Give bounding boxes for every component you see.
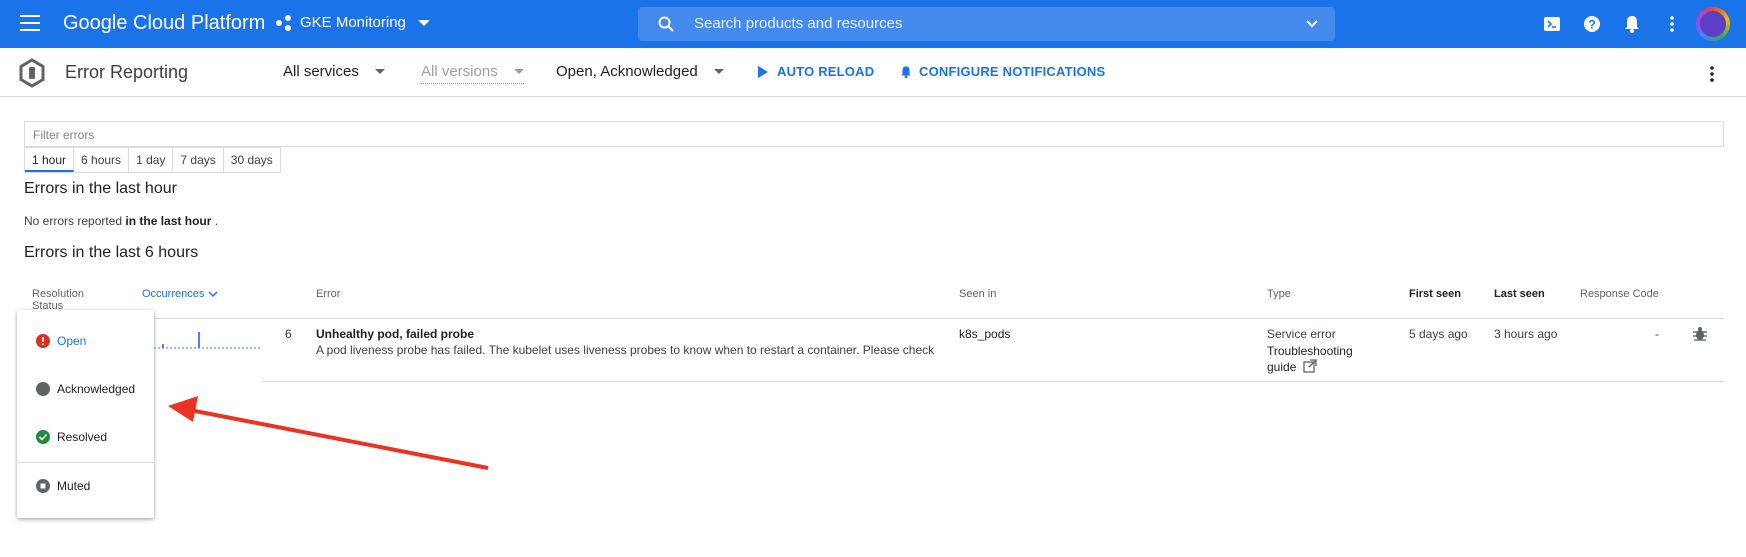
header-divider [154, 318, 1724, 319]
last-seen-value: 3 hours ago [1494, 327, 1558, 341]
menu-icon[interactable] [20, 15, 40, 31]
configure-notifications-label: CONFIGURE NOTIFICATIONS [919, 64, 1106, 79]
page-header: Error Reporting All services All version… [0, 48, 1746, 97]
menu-item-acknowledged[interactable]: Acknowledged [17, 374, 154, 404]
note-suffix: . [214, 214, 219, 228]
column-type: Type [1267, 288, 1291, 300]
response-code-value: - [1655, 327, 1659, 341]
brand-title[interactable]: Google Cloud Platform [63, 12, 265, 35]
time-range-selector: 1 hour 6 hours 1 day 7 days 30 days [24, 147, 281, 173]
menu-divider [17, 462, 154, 463]
search-placeholder: Search products and resources [694, 15, 903, 32]
sort-down-icon [208, 291, 218, 298]
last-hour-heading: Errors in the last hour [24, 180, 177, 197]
versions-dropdown: All versions [421, 63, 524, 84]
more-vert-icon[interactable] [1662, 14, 1682, 34]
versions-label: All versions [421, 63, 498, 80]
troubleshooting-guide-link[interactable]: Troubleshooting guide [1267, 343, 1367, 375]
column-resolution-status[interactable]: Resolution Status [32, 288, 102, 312]
page-title: Error Reporting [65, 62, 189, 82]
menu-item-label: Resolved [57, 430, 108, 444]
range-7-days[interactable]: 7 days [173, 148, 224, 172]
note-bold: in the last hour [125, 214, 212, 228]
services-label: All services [283, 63, 359, 80]
help-icon[interactable]: ? [1582, 14, 1602, 34]
range-1-day[interactable]: 1 day [129, 148, 174, 172]
caret-down-icon [417, 19, 430, 26]
error-title[interactable]: Unhealthy pod, failed probe [316, 327, 474, 341]
menu-item-muted[interactable]: Muted [17, 471, 154, 501]
first-seen-value: 5 days ago [1409, 327, 1468, 341]
type-value: Service error [1267, 327, 1336, 341]
caret-down-icon [713, 69, 724, 74]
project-icon [276, 14, 292, 31]
chevron-down-icon[interactable] [1305, 17, 1319, 31]
occurrences-label: Occurrences [142, 288, 205, 300]
menu-item-label: Muted [57, 479, 91, 493]
auto-reload-button[interactable]: AUTO RELOAD [757, 64, 874, 79]
menu-item-open[interactable]: Open [17, 326, 154, 356]
top-app-bar: Google Cloud Platform GKE Monitoring Sea… [0, 0, 1746, 48]
bell-icon [901, 65, 911, 78]
no-errors-note: No errors reported in the last hour . [24, 214, 218, 228]
avatar[interactable] [1696, 7, 1730, 41]
bug-icon[interactable] [1692, 326, 1708, 342]
cloud-shell-icon[interactable] [1542, 14, 1562, 34]
seen-in-value: k8s_pods [959, 327, 1011, 341]
row-divider [262, 381, 1724, 382]
project-selector[interactable]: GKE Monitoring [276, 14, 430, 31]
project-name: GKE Monitoring [300, 14, 406, 31]
muted-icon [36, 479, 50, 493]
occurrence-sparkline [154, 332, 262, 349]
services-dropdown[interactable]: All services [283, 63, 385, 80]
notifications-icon[interactable] [1622, 14, 1642, 34]
play-icon [758, 65, 768, 78]
menu-item-resolved[interactable]: Resolved [17, 422, 154, 452]
note-prefix: No errors reported [24, 214, 123, 228]
svg-text:?: ? [1588, 18, 1595, 32]
filter-placeholder: Filter errors [33, 128, 95, 142]
column-last-seen[interactable]: Last seen [1494, 288, 1545, 300]
check-circle-icon [36, 430, 50, 444]
column-error: Error [316, 288, 341, 300]
resolution-status-menu: Open Acknowledged Resolved Muted [17, 310, 154, 518]
open-in-new-icon [1303, 359, 1317, 373]
page-more-icon[interactable] [1705, 64, 1719, 84]
menu-item-label: Acknowledged [57, 382, 136, 396]
caret-down-icon [513, 69, 524, 74]
column-seen-in: Seen in [959, 288, 997, 300]
circle-icon [36, 382, 50, 396]
column-response-code: Response Code [1580, 288, 1659, 300]
menu-item-label: Open [57, 334, 87, 348]
caret-down-icon [374, 69, 385, 74]
column-first-seen[interactable]: First seen [1409, 288, 1461, 300]
range-6-hours[interactable]: 6 hours [74, 148, 130, 172]
search-icon [658, 16, 674, 32]
error-reporting-logo-icon [19, 58, 45, 88]
last-6-hours-heading: Errors in the last 6 hours [24, 244, 199, 261]
error-message: A pod liveness probe has failed. The kub… [316, 343, 935, 357]
auto-reload-label: AUTO RELOAD [777, 64, 875, 79]
search-input[interactable]: Search products and resources [638, 7, 1335, 41]
status-dropdown[interactable]: Open, Acknowledged [556, 63, 724, 80]
range-1-hour[interactable]: 1 hour [25, 148, 75, 172]
configure-notifications-button[interactable]: CONFIGURE NOTIFICATIONS [899, 64, 1105, 79]
occurrence-count: 6 [285, 327, 292, 341]
column-occurrences[interactable]: Occurrences [142, 288, 218, 300]
filter-errors-input[interactable]: Filter errors [24, 121, 1724, 147]
error-icon [36, 334, 50, 348]
status-filter-label: Open, Acknowledged [556, 63, 698, 80]
range-30-days[interactable]: 30 days [224, 148, 280, 172]
